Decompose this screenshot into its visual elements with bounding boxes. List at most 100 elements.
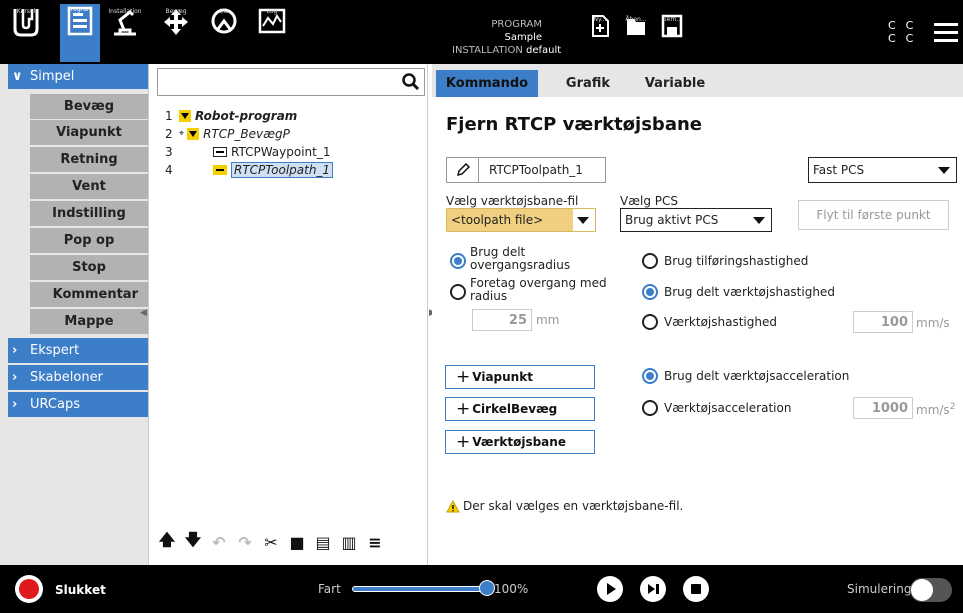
tool-speed-input[interactable]: 100 (853, 311, 913, 333)
cut-icon[interactable]: ✂ (261, 532, 281, 552)
copy-icon[interactable]: ■ (287, 532, 307, 552)
top-bar: Kørsel Program Installation Bevæg I/O Lo… (0, 0, 963, 64)
collapse-triangle-icon[interactable] (179, 110, 191, 122)
tree-row-robot-program[interactable]: 1 Robot-program (165, 108, 297, 124)
hamburger-menu-icon (934, 23, 958, 42)
shared-tool-speed-label: Brug delt værktøjshastighed (664, 285, 835, 299)
nav-section-advanced[interactable]: › Ekspert (8, 338, 148, 363)
add-toolpath-button[interactable]: + Værktøjsbane (445, 430, 595, 454)
tab-log-label: Log (266, 8, 278, 15)
blend-radius-label: Foretag overgang med radius (470, 277, 607, 303)
nav-item-move[interactable]: Bevæg (30, 94, 148, 120)
speed-value: 100% (494, 582, 529, 596)
step-button[interactable] (640, 576, 666, 602)
tab-graphics[interactable]: Grafik (558, 70, 618, 97)
move-to-first-point-button[interactable]: Flyt til første punkt (798, 200, 949, 230)
pin-icon: ⌖ (179, 129, 185, 139)
tab-run[interactable]: Kørsel (6, 6, 46, 60)
search-icon[interactable] (402, 73, 420, 91)
tab-variables[interactable]: Variable (640, 70, 710, 97)
hamburger-menu-button[interactable] (934, 22, 958, 42)
dropdown-arrow-icon (938, 167, 950, 174)
tree-row-rtcp-toolpath[interactable]: 4 RTCPToolpath_1 (165, 162, 334, 178)
tool-accel-input[interactable]: 1000 (853, 397, 913, 419)
nav-item-waypoint[interactable]: Viapunkt (30, 120, 148, 146)
program-name: Sample (504, 32, 543, 43)
sidebar-collapse-handle[interactable]: ◀ (140, 308, 148, 318)
toolpath-node-icon (213, 165, 227, 175)
blend-radius-input[interactable]: 25 (472, 309, 532, 331)
dropdown-arrow-icon (577, 217, 589, 224)
tab-log[interactable]: Log (256, 6, 288, 60)
nav-item-set[interactable]: Indstilling (30, 201, 148, 227)
tab-run-label: Kørsel (16, 8, 36, 15)
nav-item-popup[interactable]: Pop op (30, 228, 148, 254)
node-name-field[interactable]: RTCPToolpath_1 (446, 157, 606, 183)
add-waypoint-button[interactable]: + Viapunkt (445, 365, 595, 389)
nav-section-templates[interactable]: › Skabeloner (8, 365, 148, 390)
tool-speed-radio[interactable] (642, 314, 658, 330)
node-name-text: RTCPToolpath_1 (489, 163, 583, 177)
nav-item-folder[interactable]: Mappe (30, 309, 148, 335)
shared-accel-radio[interactable] (642, 368, 658, 384)
pcs-select[interactable]: Brug aktivt PCS (620, 208, 772, 232)
nav-item-stop[interactable]: Stop (30, 255, 148, 281)
tab-io[interactable]: I/O (206, 6, 242, 60)
suppress-icon[interactable]: ≡ (365, 532, 385, 552)
pcs-value: Brug aktivt PCS (625, 213, 719, 227)
tool-accel-label: Værktøjsacceleration (664, 401, 792, 415)
tab-command[interactable]: Kommando (436, 70, 538, 97)
save-file-button[interactable]: Gem... (656, 14, 688, 68)
nav-item-wait[interactable]: Vent (30, 174, 148, 200)
tree-row-rtcp-move[interactable]: 2 ⌖ RTCP_BevægP (165, 126, 290, 142)
blend-radius-radio[interactable] (450, 284, 466, 300)
step-icon (648, 584, 659, 594)
nav-section-urcaps[interactable]: › URCaps (8, 392, 148, 417)
installation-name: default (525, 45, 562, 56)
shared-tool-speed-radio[interactable] (642, 284, 658, 300)
paste-icon[interactable]: ▤ (313, 532, 333, 552)
tool-accel-radio[interactable] (642, 400, 658, 416)
add-waypoint-label: Viapunkt (472, 370, 533, 384)
tab-move[interactable]: Bevæg (158, 6, 194, 60)
speed-slider-handle[interactable] (479, 580, 495, 596)
edit-name-button[interactable] (447, 158, 479, 182)
stop-button[interactable] (683, 576, 709, 602)
toolpath-file-value: <toolpath file> (451, 213, 544, 227)
tree-toolbar: 🡅 🡇 ↶ ↷ ✂ ■ ▤ ▥ ≡ (149, 526, 427, 558)
pcs-mode-select[interactable]: Fast PCS (808, 157, 957, 183)
move-up-icon[interactable]: 🡅 (157, 530, 177, 552)
dropdown-button[interactable] (573, 209, 595, 231)
tool-accel-unit-base: mm/s (916, 403, 950, 417)
nav-item-direction[interactable]: Retning (30, 147, 148, 173)
blend-shared-radio[interactable] (450, 253, 466, 269)
tree-search-box[interactable] (157, 68, 425, 96)
toolpath-file-select[interactable]: <toolpath file> (446, 208, 596, 232)
node-editor: Kommando Grafik Variable Fjern RTCP værk… (432, 64, 963, 565)
move-down-icon[interactable]: 🡇 (183, 530, 203, 552)
undo-icon[interactable]: ↶ (209, 532, 229, 552)
tab-program[interactable]: Program (60, 4, 100, 62)
chevron-right-icon: › (12, 370, 18, 385)
program-tree-panel: 1 Robot-program 2 ⌖ RTCP_BevægP 3 RTCPWa… (148, 64, 436, 565)
tab-move-label: Bevæg (165, 8, 187, 15)
open-file-button[interactable]: Åben... (620, 14, 652, 68)
speed-slider-track[interactable] (352, 586, 487, 592)
delete-icon[interactable]: ▥ (339, 532, 359, 552)
nav-section-simple[interactable]: ∨ Simpel (8, 64, 148, 89)
feed-speed-radio[interactable] (642, 253, 658, 269)
tree-row-rtcp-waypoint[interactable]: 3 RTCPWaypoint_1 (165, 144, 331, 160)
new-file-button[interactable]: Ny... (586, 14, 614, 68)
add-circle-move-button[interactable]: + CirkelBevæg (445, 397, 595, 421)
simulation-toggle[interactable] (910, 578, 952, 602)
tab-installation[interactable]: Installation (104, 6, 146, 60)
collapse-triangle-icon[interactable] (187, 128, 200, 140)
play-button[interactable] (597, 576, 623, 602)
tree-row-label: Robot-program (195, 109, 298, 123)
power-button[interactable] (15, 575, 43, 603)
page-title: Fjern RTCP værktøjsbane (446, 114, 702, 135)
nav-item-comment[interactable]: Kommentar (30, 282, 148, 308)
cc-line-2: C C (888, 32, 915, 45)
installation-label: INSTALLATION (452, 45, 523, 56)
redo-icon[interactable]: ↷ (235, 532, 255, 552)
